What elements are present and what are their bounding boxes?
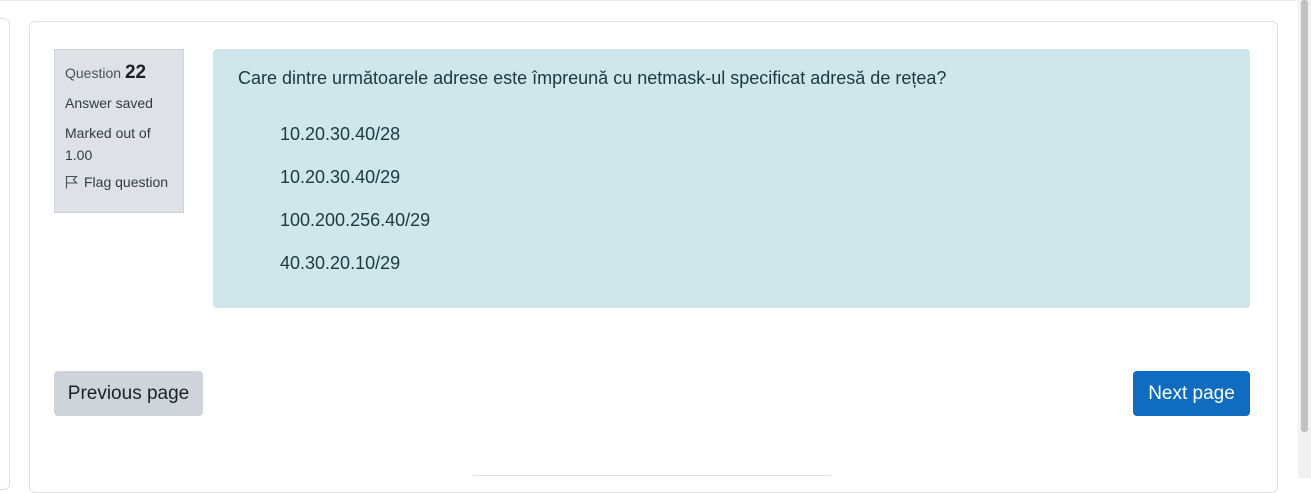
flag-icon bbox=[65, 175, 78, 189]
scrollbar-thumb[interactable] bbox=[1301, 0, 1308, 432]
next-page-button[interactable]: Next page bbox=[1133, 371, 1250, 416]
left-panel bbox=[0, 18, 10, 490]
question-text: Care dintre următoarele adrese este împr… bbox=[238, 68, 947, 88]
answer-option[interactable]: 10.20.30.40/28 bbox=[280, 123, 430, 166]
question-label: Question bbox=[65, 65, 122, 81]
vertical-scrollbar[interactable] bbox=[1298, 0, 1311, 478]
flag-question-label: Flag question bbox=[84, 174, 169, 190]
answer-option[interactable]: 10.20.30.40/29 bbox=[280, 166, 430, 209]
question-info-panel: Question 22 Answer saved Marked out of 1… bbox=[54, 49, 184, 213]
answer-option[interactable]: 100.200.256.40/29 bbox=[280, 209, 430, 252]
answer-option[interactable]: 40.30.20.10/29 bbox=[280, 252, 430, 295]
question-number: 22 bbox=[124, 62, 147, 83]
question-number-row: Question 22 bbox=[65, 62, 173, 84]
answer-list: 10.20.30.40/28 10.20.30.40/29 100.200.25… bbox=[280, 123, 430, 295]
flag-question-link[interactable]: Flag question bbox=[65, 174, 173, 190]
question-content: Care dintre următoarele adrese este împr… bbox=[213, 49, 1250, 308]
previous-page-button[interactable]: Previous page bbox=[54, 371, 203, 416]
marked-out-of: Marked out of 1.00 bbox=[65, 125, 151, 163]
answer-status: Answer saved bbox=[65, 95, 153, 111]
bottom-divider bbox=[473, 475, 831, 479]
top-divider bbox=[0, 0, 1296, 1]
